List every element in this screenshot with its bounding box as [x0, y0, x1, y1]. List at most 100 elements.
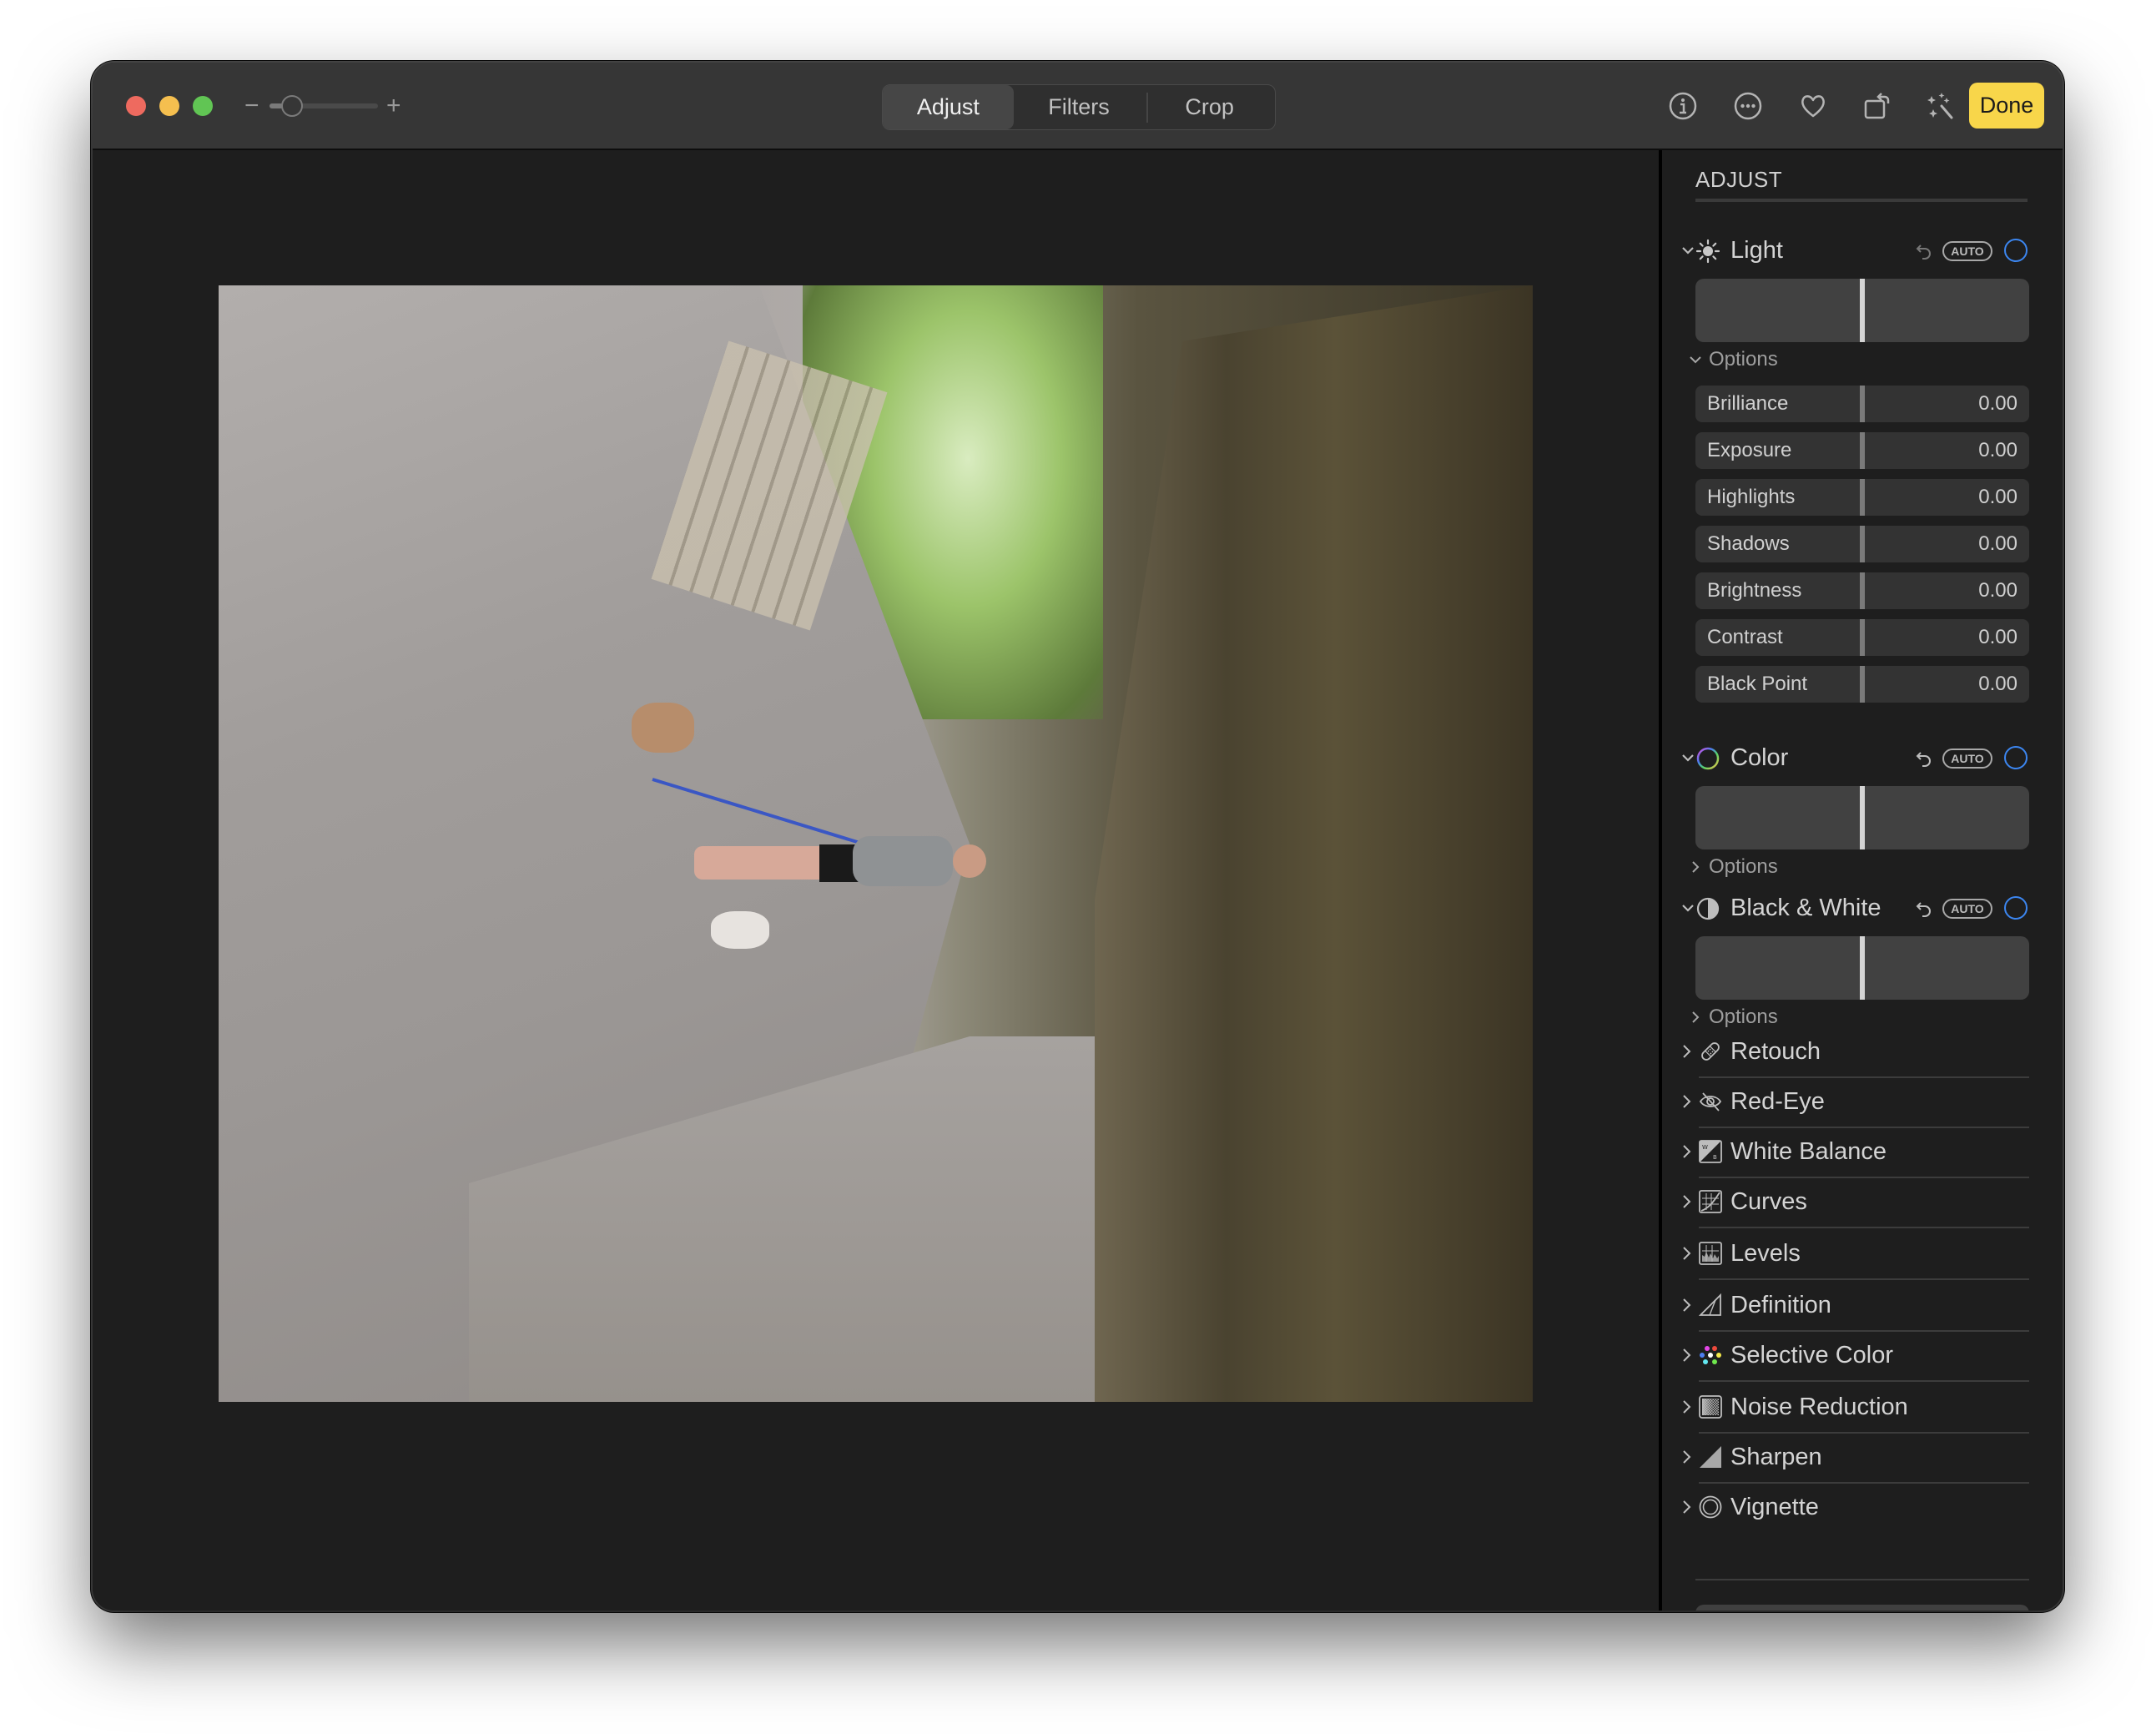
tool-red-eye[interactable]: Red-Eye [1679, 1078, 2029, 1128]
zoom-slider-thumb[interactable] [280, 95, 303, 117]
panel-title-rule [1695, 199, 2028, 202]
tool-sharpen[interactable]: Sharpen [1679, 1434, 2029, 1484]
slider-value: 0.00 [1978, 486, 2017, 508]
tool-noise-reduction[interactable]: Noise Reduction [1679, 1384, 2029, 1434]
heart-icon[interactable] [1795, 88, 1831, 124]
slider-label: Contrast [1707, 626, 1783, 648]
section-color-header[interactable]: Color AUTO [1679, 741, 2029, 774]
slider-knob[interactable] [1860, 572, 1865, 609]
brilliance-slider[interactable]: Brilliance 0.00 [1695, 386, 2029, 422]
slider-knob[interactable] [1860, 526, 1865, 562]
tool-white-balance[interactable]: WB White Balance [1679, 1128, 2029, 1178]
slider-knob[interactable] [1860, 432, 1865, 469]
slider-label: Shadows [1707, 532, 1790, 555]
chevron-down-icon[interactable] [1679, 241, 1697, 260]
slider-value: 0.00 [1978, 439, 2017, 461]
auto-button[interactable]: AUTO [1942, 749, 1992, 769]
slider-value: 0.00 [1978, 626, 2017, 648]
row-divider [1699, 1278, 2029, 1280]
tool-levels[interactable]: Levels [1679, 1230, 2029, 1280]
brightness-slider[interactable]: Brightness 0.00 [1695, 572, 2029, 609]
black-point-slider[interactable]: Black Point 0.00 [1695, 666, 2029, 703]
shadows-slider[interactable]: Shadows 0.00 [1695, 526, 2029, 562]
rotate-icon[interactable] [1858, 88, 1895, 124]
options-label: Options [1709, 855, 1778, 878]
zoom-in-icon[interactable]: + [386, 89, 401, 123]
light-slider[interactable] [1695, 279, 2029, 342]
row-divider [1695, 1579, 2029, 1580]
chevron-right-icon [1683, 1298, 1691, 1312]
edited-photo[interactable] [219, 285, 1533, 1402]
chevron-right-icon [1692, 1011, 1700, 1023]
more-icon[interactable] [1730, 88, 1766, 124]
color-wheel-icon [1696, 747, 1720, 770]
slider-knob[interactable] [1860, 386, 1865, 422]
enable-toggle[interactable] [2004, 746, 2028, 769]
photo-dog [711, 911, 769, 949]
section-color-label: Color [1730, 744, 1789, 771]
slider-knob[interactable] [1860, 479, 1865, 516]
minimize-button[interactable] [159, 96, 179, 116]
slider-label: Highlights [1707, 486, 1796, 508]
tab-adjust[interactable]: Adjust [883, 85, 1014, 129]
adjust-panel: ADJUST Light AUTO Options Brilliance 0.0… [1662, 150, 2063, 1611]
info-icon[interactable] [1665, 88, 1701, 124]
tool-label: Noise Reduction [1730, 1394, 1908, 1420]
vignette-icon [1699, 1495, 1722, 1519]
undo-icon[interactable] [1914, 241, 1934, 261]
zoom-slider[interactable] [270, 95, 378, 117]
highlights-slider[interactable]: Highlights 0.00 [1695, 479, 2029, 516]
tool-label: Levels [1730, 1240, 1801, 1267]
chevron-right-icon [1692, 861, 1700, 873]
fullscreen-button[interactable] [193, 96, 213, 116]
section-light-header[interactable]: Light AUTO [1679, 234, 2029, 267]
auto-button[interactable]: AUTO [1942, 241, 1992, 261]
undo-icon[interactable] [1914, 749, 1934, 769]
zoom-out-icon[interactable]: − [244, 89, 259, 123]
close-button[interactable] [126, 96, 146, 116]
tab-filters[interactable]: Filters [1014, 85, 1145, 129]
light-slider-knob[interactable] [1860, 279, 1865, 342]
exposure-slider[interactable]: Exposure 0.00 [1695, 432, 2029, 469]
enable-toggle[interactable] [2004, 896, 2028, 920]
chevron-down-icon[interactable] [1679, 899, 1697, 917]
tool-curves[interactable]: Curves [1679, 1178, 2029, 1228]
chevron-down-icon[interactable] [1679, 749, 1697, 767]
auto-button[interactable]: AUTO [1942, 899, 1992, 919]
bw-slider-knob[interactable] [1860, 936, 1865, 1000]
chevron-right-icon [1683, 1095, 1691, 1108]
slider-value: 0.00 [1978, 392, 2017, 415]
bw-slider[interactable] [1695, 936, 2029, 1000]
tool-vignette[interactable]: Vignette [1679, 1484, 2029, 1534]
enable-toggle[interactable] [2004, 239, 2028, 262]
tool-label: Selective Color [1730, 1342, 1894, 1369]
undo-icon[interactable] [1914, 899, 1934, 919]
slider-knob[interactable] [1860, 666, 1865, 703]
chevron-right-icon [1683, 1450, 1691, 1464]
tool-label: Red-Eye [1730, 1088, 1825, 1115]
half-circle-icon [1696, 897, 1720, 920]
options-label: Options [1709, 1006, 1778, 1028]
section-bw-header[interactable]: Black & White AUTO [1679, 891, 2029, 925]
section-light-label: Light [1730, 237, 1783, 264]
contrast-slider[interactable]: Contrast 0.00 [1695, 619, 2029, 656]
reset-adjustments-button[interactable]: Reset Adjustments [1695, 1605, 2029, 1611]
color-slider[interactable] [1695, 786, 2029, 849]
adjust-panel-scroll[interactable]: ADJUST Light AUTO Options Brilliance 0.0… [1662, 150, 2063, 1579]
photo-dog [632, 703, 694, 753]
tool-selective-color[interactable]: Selective Color [1679, 1332, 2029, 1382]
tab-crop[interactable]: Crop [1144, 85, 1275, 129]
magic-wand-icon[interactable] [1922, 88, 1958, 124]
slider-value: 0.00 [1978, 579, 2017, 602]
slider-value: 0.00 [1978, 673, 2017, 695]
tool-retouch[interactable]: Retouch [1679, 1028, 2029, 1078]
photo-person [686, 828, 986, 903]
slider-label: Black Point [1707, 673, 1808, 695]
done-button[interactable]: Done [1969, 83, 2044, 129]
tool-definition[interactable]: Definition [1679, 1282, 2029, 1332]
section-bw-label: Black & White [1730, 895, 1881, 921]
sharpen-icon [1700, 1446, 1721, 1468]
color-slider-knob[interactable] [1860, 786, 1865, 849]
slider-knob[interactable] [1860, 619, 1865, 656]
tool-label: Curves [1730, 1188, 1807, 1215]
